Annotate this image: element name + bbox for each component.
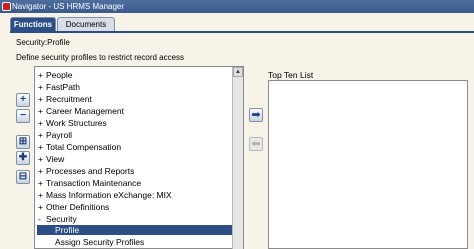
tree-item[interactable]: + Recruitment [38, 94, 234, 104]
oracle-app-icon [2, 2, 11, 11]
tree-item[interactable]: + View [38, 154, 234, 164]
top-ten-label: Top Ten List [268, 70, 314, 80]
add-to-top-ten-button[interactable]: ➡ [249, 108, 263, 122]
tree-item[interactable]: + People [38, 70, 234, 80]
tree-item[interactable]: + Processes and Reports [38, 166, 234, 176]
expand-branch-button[interactable]: ⊞ [16, 135, 30, 149]
tree-item[interactable]: + Other Definitions [38, 202, 234, 212]
page-description: Define security profiles to restrict rec… [16, 53, 185, 62]
arrow-right-icon: ➡ [251, 108, 261, 121]
expand-all-button[interactable]: ✚ [16, 151, 30, 165]
tab-functions[interactable]: Functions [10, 17, 56, 31]
breadcrumb: Security:Profile [16, 38, 70, 47]
top-ten-list[interactable] [268, 80, 468, 249]
tree-item[interactable]: + Payroll [38, 130, 234, 140]
tree-item[interactable]: - Security [38, 214, 234, 224]
function-tree[interactable]: + People + FastPath + Recruitment + Career M… [34, 66, 244, 249]
window-title: Navigator - US HRMS Manager [12, 2, 125, 11]
expand-button[interactable]: + [16, 93, 30, 107]
tab-documents[interactable]: Documents [57, 17, 115, 31]
collapse-all-button[interactable]: ⊟ [16, 170, 30, 184]
tree-item[interactable]: + Total Compensation [38, 142, 234, 152]
remove-from-top-ten-button[interactable]: ⬅ [249, 137, 263, 151]
plus-icon: + [20, 94, 26, 105]
expand-all-icon: ✚ [18, 152, 28, 163]
collapse-button[interactable]: − [16, 109, 30, 123]
collapse-all-icon: ⊟ [18, 171, 28, 182]
tree-item[interactable]: + FastPath [38, 82, 234, 92]
tree-item[interactable]: Assign Security Profiles [37, 237, 233, 247]
scroll-up-icon[interactable]: ▲ [233, 67, 243, 77]
window-titlebar[interactable]: Navigator - US HRMS Manager [0, 0, 474, 13]
tree-item[interactable]: + Transaction Maintenance [38, 178, 234, 188]
expand-branch-icon: ⊞ [18, 136, 28, 147]
arrow-left-icon: ⬅ [251, 137, 261, 150]
tree-item[interactable]: + Mass Information eXchange: MIX [38, 190, 234, 200]
tree-scrollbar[interactable]: ▲ [232, 67, 243, 249]
tree-item[interactable]: + Career Management [38, 106, 234, 116]
minus-icon: − [20, 110, 26, 121]
tree-item[interactable]: + Work Structures [38, 118, 234, 128]
tree-item-selected[interactable]: Profile [37, 225, 233, 235]
